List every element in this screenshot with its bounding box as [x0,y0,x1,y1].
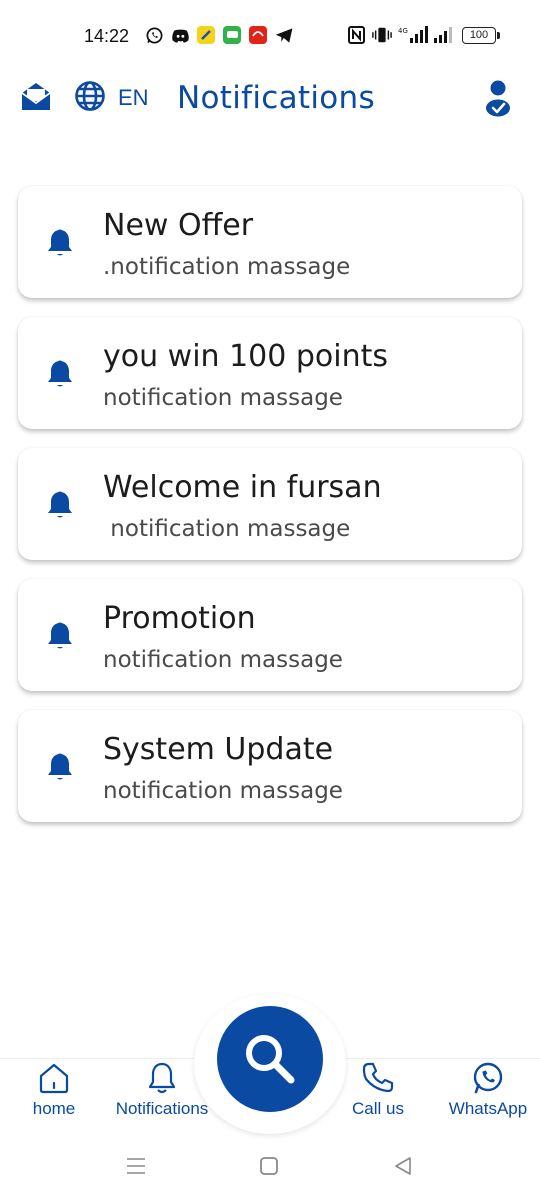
bell-icon [46,621,74,651]
status-bar: 14:22 4G 100 [0,0,540,72]
nav-home[interactable]: home [14,1059,94,1139]
home-square-icon[interactable] [259,1156,279,1181]
notification-card[interactable]: New Offer .notification massage [18,186,522,298]
nav-notifications-label: Notifications [115,1099,209,1118]
nfc-icon [346,25,366,45]
battery-indicator: 100 [462,26,500,44]
phone-icon [362,1062,394,1093]
bell-icon [46,359,74,389]
globe-icon[interactable] [74,80,106,112]
page-title: Notifications [177,80,375,116]
inbox-icon[interactable] [19,80,53,114]
telegram-icon [274,25,294,45]
messages-app-icon [222,25,242,45]
nav-whatsapp-label: WhatsApp [448,1099,528,1118]
status-time: 14:22 [84,26,130,46]
notification-card[interactable]: Welcome in fursan notification massage [18,448,522,560]
bell-icon [46,228,74,258]
notification-list: New Offer .notification massage you win … [18,186,522,841]
whatsapp-icon [473,1062,503,1094]
vibrate-icon [372,25,392,45]
notification-message: notification massage [103,516,351,542]
signal-icon [434,25,456,45]
nav-home-label: home [32,1099,76,1118]
notification-title: System Update [103,732,334,767]
notification-card[interactable]: Promotion notification massage [18,579,522,691]
notification-title: Promotion [103,601,256,636]
notification-title: you win 100 points [103,339,389,374]
menu-icon[interactable] [126,1156,146,1181]
notification-message: notification massage [103,385,343,411]
system-navigation [0,1148,540,1200]
nav-call-us[interactable]: Call us [340,1059,416,1139]
notification-message: .notification massage [103,254,351,280]
bell-outline-icon [148,1062,176,1094]
back-triangle-icon[interactable] [393,1156,413,1181]
status-app-icons [144,25,294,45]
bell-icon [46,752,74,782]
user-check-icon[interactable] [482,78,514,118]
notification-message: notification massage [103,778,343,804]
notification-card[interactable]: System Update notification massage [18,710,522,822]
whatsapp-icon [144,25,164,45]
notification-title: Welcome in fursan [103,470,382,505]
nav-whatsapp[interactable]: WhatsApp [440,1059,536,1139]
home-icon [39,1063,69,1094]
red-app-icon [248,25,268,45]
yellow-app-icon [196,25,216,45]
notification-title: New Offer [103,208,254,243]
status-system-icons: 4G 100 [346,25,500,45]
search-button[interactable] [217,1006,323,1112]
language-toggle[interactable]: EN [118,85,149,111]
notification-message: notification massage [103,647,343,673]
discord-icon [170,25,190,45]
nav-call-us-label: Call us [352,1099,404,1118]
notification-card[interactable]: you win 100 points notification massage [18,317,522,429]
search-icon [246,1035,295,1084]
svg-text:4G: 4G [398,27,408,35]
bell-icon [46,490,74,520]
signal-icon: 4G [398,25,428,45]
app-header: EN Notifications [0,72,540,124]
